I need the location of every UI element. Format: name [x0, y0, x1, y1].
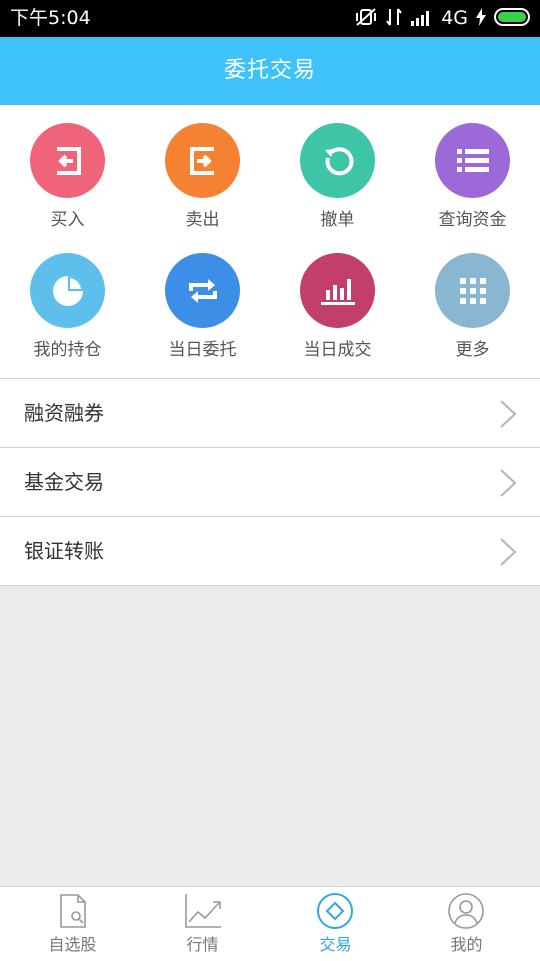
chevron-right-icon: [498, 468, 518, 502]
action-label: 当日成交: [303, 340, 372, 360]
market-chart-icon: [183, 892, 223, 934]
action-query-funds[interactable]: 查询资金: [405, 105, 540, 235]
menu-item-fund-trading[interactable]: 基金交易: [0, 447, 540, 516]
trade-diamond-icon: [316, 892, 354, 934]
more-grid-icon: [435, 253, 510, 328]
nav-tab-watchlist[interactable]: 自选股: [5, 887, 140, 961]
today-deals-bar-icon: [300, 253, 375, 328]
action-cancel-order[interactable]: 撤单: [270, 105, 405, 235]
action-label: 查询资金: [438, 210, 507, 230]
action-label: 当日委托: [168, 340, 237, 360]
menu-item-label: 融资融券: [24, 401, 104, 425]
buy-login-icon: [30, 123, 105, 198]
data-transfer-icon: [385, 7, 403, 31]
action-sell[interactable]: 卖出: [135, 105, 270, 235]
action-today-deals[interactable]: 当日成交: [270, 235, 405, 365]
bottom-nav: 自选股 行情 交易 我的: [0, 886, 540, 961]
action-today-orders[interactable]: 当日委托: [135, 235, 270, 365]
action-label: 更多: [455, 340, 490, 360]
menu-item-label: 基金交易: [24, 470, 104, 494]
nav-tab-label: 自选股: [48, 935, 97, 954]
charging-icon: [476, 7, 486, 30]
menu-item-label: 银证转账: [24, 539, 104, 563]
network-type: 4G: [441, 7, 468, 29]
action-buy[interactable]: 买入: [0, 105, 135, 235]
action-label: 卖出: [185, 210, 220, 230]
cancel-refresh-icon: [300, 123, 375, 198]
status-time: 下午5:04: [10, 7, 91, 29]
page-title: 委托交易: [223, 58, 316, 83]
nav-tab-label: 我的: [450, 935, 483, 954]
menu-item-bank-transfer[interactable]: 银证转账: [0, 516, 540, 586]
app-header: 委托交易: [0, 37, 540, 105]
nav-tab-label: 交易: [319, 935, 352, 954]
action-label: 我的持仓: [33, 340, 102, 360]
sell-logout-icon: [165, 123, 240, 198]
status-icons: 4G: [355, 6, 532, 31]
nav-tab-profile[interactable]: 我的: [399, 887, 534, 961]
vibrate-mute-icon: [355, 7, 377, 31]
today-orders-repeat-icon: [165, 253, 240, 328]
action-grid: 买入 卖出 撤单 查询资金 我的持仓 当日委托 当日成交 更多: [0, 105, 540, 379]
nav-tab-market[interactable]: 行情: [135, 887, 270, 961]
watchlist-doc-icon: [53, 892, 91, 934]
battery-icon: [494, 7, 532, 30]
action-my-holdings[interactable]: 我的持仓: [0, 235, 135, 365]
nav-tab-label: 行情: [186, 935, 219, 954]
menu-list: 融资融券 基金交易 银证转账: [0, 378, 540, 586]
chevron-right-icon: [498, 537, 518, 571]
profile-person-icon: [447, 892, 485, 934]
signal-icon: [411, 8, 433, 30]
action-more[interactable]: 更多: [405, 235, 540, 365]
status-bar: 下午5:04 4G: [0, 0, 540, 37]
action-label: 撤单: [320, 210, 355, 230]
menu-item-margin-trading[interactable]: 融资融券: [0, 378, 540, 447]
chevron-right-icon: [498, 399, 518, 433]
nav-tab-trade[interactable]: 交易: [268, 887, 403, 961]
funds-list-icon: [435, 123, 510, 198]
holdings-pie-icon: [30, 253, 105, 328]
action-label: 买入: [50, 210, 85, 230]
